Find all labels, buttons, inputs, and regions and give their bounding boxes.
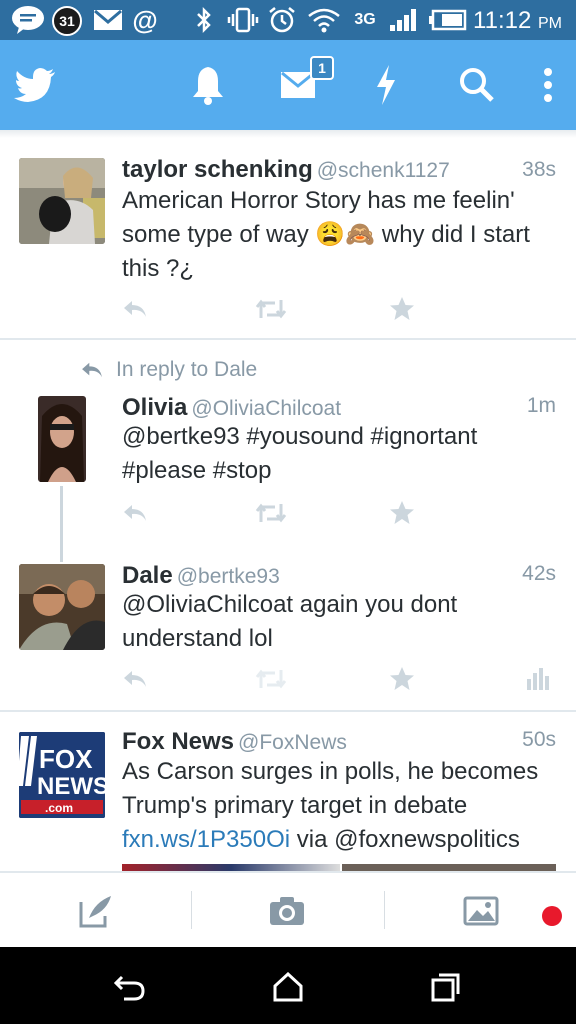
navigation-bar [0,947,576,1024]
clock-time: 11:12 [473,7,532,34]
signal-icon [386,6,422,34]
twitter-logo-icon[interactable] [14,62,56,108]
logo-fox: FOX [39,744,93,774]
vibrate-icon [226,6,260,34]
avatar[interactable]: FOX NEWS .com [19,732,105,818]
reply-icon[interactable] [120,664,150,694]
author-handle[interactable]: @schenk1127 [317,159,450,182]
avatar[interactable] [19,158,105,244]
tweet-item[interactable]: FOX NEWS .com Fox News @FoxNews 50s As Ca… [0,720,576,872]
avatar[interactable] [19,564,105,650]
tweet-timestamp: 42s [522,562,556,585]
tweet-timestamp: 38s [522,158,556,181]
reply-icon[interactable] [120,294,150,324]
favorite-star-icon[interactable] [388,294,416,324]
reply-icon[interactable] [120,498,150,528]
tweet-actions [0,664,576,694]
author-name[interactable]: Olivia [122,394,187,421]
status-bar: 31 @ 3G 11:12 PM [0,0,576,40]
tweet-divider [0,338,576,340]
tweet-link[interactable]: fxn.ws/1P350Oi [122,826,290,853]
tweet-text: American Horror Story has me feelin' som… [122,184,562,286]
camera-icon[interactable] [268,891,306,931]
fox-news-logo: FOX NEWS .com [19,732,105,818]
author-name[interactable]: Fox News [122,728,234,755]
back-icon[interactable] [112,967,148,1007]
tweet-timestamp: 1m [526,394,556,417]
wifi-icon [306,6,342,34]
author-name[interactable]: Dale [122,562,173,589]
home-icon[interactable] [270,967,306,1007]
messages-badge: 1 [310,56,334,80]
reply-context[interactable]: In reply to Dale [80,358,257,382]
battery-icon [428,6,468,34]
tweet-text: @bertke93 #yousound #ignortant #please #… [122,423,478,484]
author-handle[interactable]: @FoxNews [238,731,347,754]
gallery-image-icon[interactable] [462,891,500,931]
header-shadow [0,130,576,138]
tweet-item[interactable]: In reply to Dale Olivia @OliviaChilcoat 1… [0,350,576,550]
conversation-thread-line [60,486,63,562]
favorite-star-icon[interactable] [388,498,416,528]
avatar[interactable] [38,396,86,482]
tweet-text: As Carson surges in polls, he becomes Tr… [122,755,562,857]
tweet-actions [0,498,576,528]
compose-separator [384,891,385,929]
recording-indicator-dot [542,906,562,926]
logo-news: NEWS [37,773,105,800]
analytics-icon[interactable] [524,664,552,694]
gmail-icon [92,6,124,34]
tweet-text: @OliviaChilcoat again you dont understan… [122,591,458,652]
message-bubble-icon [10,6,46,34]
reply-context-icon [82,362,102,378]
retweet-icon[interactable] [254,294,288,324]
tweet-timestamp: 50s [522,728,556,751]
compose-tweet-icon[interactable] [78,891,114,931]
network-type-label: 3G [354,11,376,28]
tweet-divider [0,710,576,712]
overflow-menu-icon[interactable] [538,62,558,108]
author-name[interactable]: taylor schenking [122,156,313,183]
calendar-icon: 31 [52,6,82,36]
retweet-icon[interactable] [254,498,288,528]
email-at-icon: @ [132,4,158,35]
compose-bar [0,871,576,947]
retweet-icon[interactable] [254,664,288,694]
discover-lightning-icon[interactable] [372,62,400,108]
app-bar: 1 [0,40,576,130]
reply-context-label: In reply to Dale [116,358,258,381]
tweet-actions [0,294,576,324]
emoji-glyphs: 😩🙈 [315,221,376,248]
clock: 11:12 PM [473,7,562,35]
tweet-item[interactable]: Dale @bertke93 42s @OliviaChilcoat again … [0,556,576,706]
search-icon[interactable] [458,62,496,108]
compose-separator [191,891,192,929]
clock-ampm: PM [538,15,562,32]
favorite-star-icon[interactable] [388,664,416,694]
tweet-item[interactable]: taylor schenking @schenk1127 38s American… [0,148,576,338]
author-handle[interactable]: @bertke93 [177,565,280,588]
recent-apps-icon[interactable] [428,967,464,1007]
bluetooth-icon [192,6,216,34]
messages-envelope-icon[interactable]: 1 [280,56,334,108]
logo-com: .com [45,801,73,815]
notifications-bell-icon[interactable] [188,62,228,108]
author-handle[interactable]: @OliviaChilcoat [191,397,341,420]
tweet-text-part: via @foxnewspolitics [290,826,520,853]
tweet-text-part: As Carson surges in polls, he becomes Tr… [122,758,539,819]
alarm-icon [266,6,298,34]
